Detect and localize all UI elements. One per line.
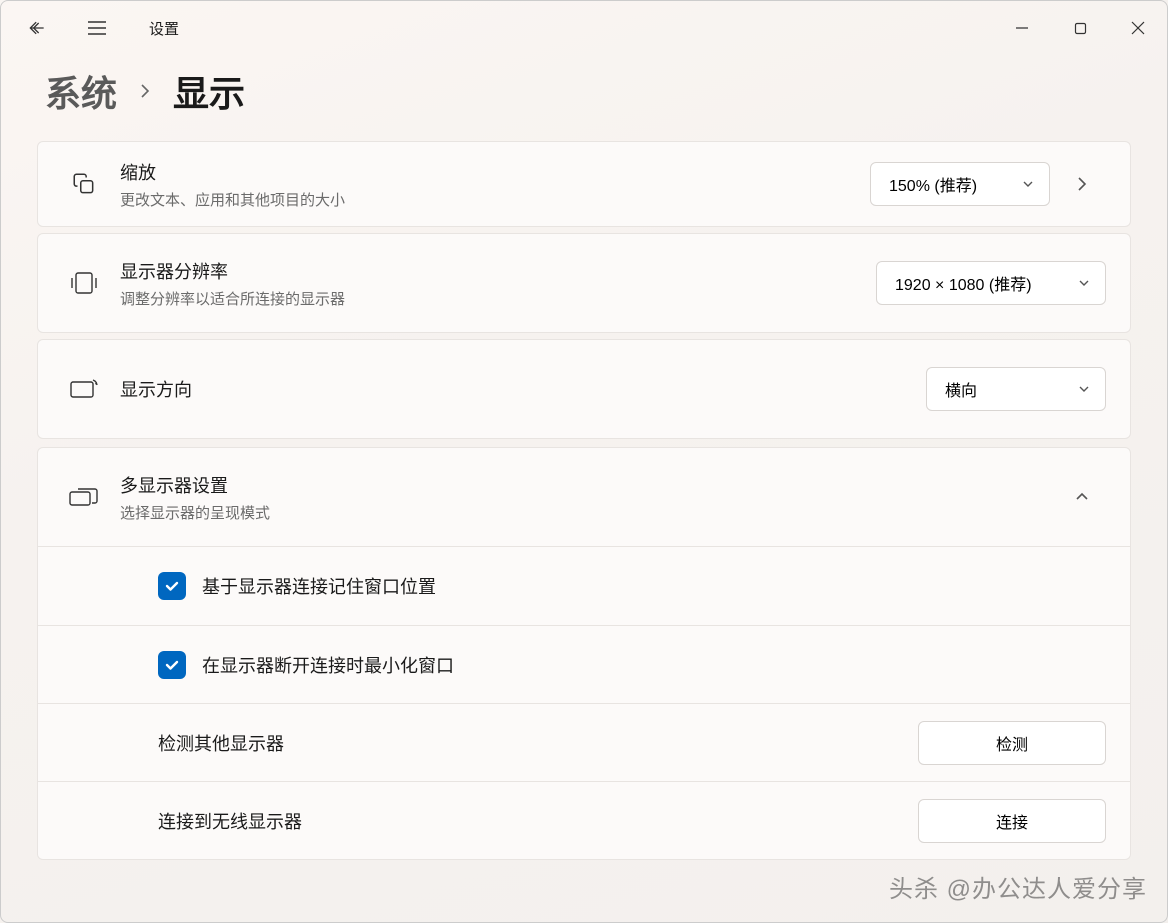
connect-button[interactable]: 连接 — [918, 799, 1106, 843]
menu-button[interactable] — [81, 12, 113, 44]
detect-label: 检测其他显示器 — [158, 730, 918, 756]
maximize-icon — [1074, 22, 1087, 35]
resolution-sub: 调整分辨率以适合所连接的显示器 — [120, 288, 876, 309]
close-icon — [1131, 21, 1145, 35]
subrow-detect: 检测其他显示器 检测 — [38, 703, 1130, 781]
watermark-text: 头杀 @办公达人爱分享 — [889, 869, 1147, 904]
breadcrumb-parent[interactable]: 系统 — [45, 65, 117, 117]
settings-window: 设置 系统 显示 缩放 更改文本、 — [0, 0, 1168, 923]
multidisplay-collapse[interactable] — [1058, 473, 1106, 521]
chevron-up-icon — [1074, 489, 1090, 505]
chevron-down-icon — [1077, 382, 1091, 396]
setting-row-multidisplay[interactable]: 多显示器设置 选择显示器的呈现模式 — [37, 447, 1131, 547]
scale-title: 缩放 — [120, 159, 870, 185]
resolution-dropdown[interactable]: 1920 × 1080 (推荐) — [876, 261, 1106, 305]
minimize-on-disconnect-label: 在显示器断开连接时最小化窗口 — [202, 652, 1106, 678]
remember-position-label: 基于显示器连接记住窗口位置 — [202, 573, 1106, 599]
hamburger-icon — [87, 20, 107, 36]
check-icon — [164, 657, 180, 673]
titlebar-left: 设置 — [21, 12, 179, 44]
chevron-right-icon — [1074, 176, 1090, 192]
orientation-value: 横向 — [945, 377, 977, 401]
back-button[interactable] — [21, 12, 53, 44]
scale-value: 150% (推荐) — [889, 172, 977, 196]
breadcrumb-current: 显示 — [173, 65, 245, 117]
detect-button[interactable]: 检测 — [918, 721, 1106, 765]
checkbox-remember-position[interactable] — [158, 572, 186, 600]
chevron-right-icon — [137, 83, 153, 99]
check-icon — [164, 578, 180, 594]
scale-expand[interactable] — [1058, 160, 1106, 208]
minimize-button[interactable] — [993, 6, 1051, 50]
setting-row-resolution[interactable]: 显示器分辨率 调整分辨率以适合所连接的显示器 1920 × 1080 (推荐) — [37, 233, 1131, 333]
subrow-connect: 连接到无线显示器 连接 — [38, 781, 1130, 859]
app-title: 设置 — [149, 18, 179, 39]
window-controls — [993, 6, 1167, 50]
resolution-icon — [62, 272, 106, 294]
subrow-remember-position[interactable]: 基于显示器连接记住窗口位置 — [38, 547, 1130, 625]
multidisplay-title: 多显示器设置 — [120, 472, 1050, 498]
multidisplay-subgroup: 基于显示器连接记住窗口位置 在显示器断开连接时最小化窗口 检测其他显示器 检测 … — [37, 547, 1131, 860]
connect-label: 连接到无线显示器 — [158, 808, 918, 834]
resolution-title: 显示器分辨率 — [120, 258, 876, 284]
orientation-title: 显示方向 — [120, 376, 926, 402]
connect-button-label: 连接 — [996, 809, 1028, 833]
content-area: 缩放 更改文本、应用和其他项目的大小 150% (推荐) 显示器分辨率 调整分辨… — [1, 141, 1167, 860]
multidisplay-sub: 选择显示器的呈现模式 — [120, 502, 1050, 523]
chevron-down-icon — [1077, 276, 1091, 290]
scale-dropdown[interactable]: 150% (推荐) — [870, 162, 1050, 206]
detect-button-label: 检测 — [996, 731, 1028, 755]
close-button[interactable] — [1109, 6, 1167, 50]
titlebar: 设置 — [1, 1, 1167, 55]
subrow-minimize-on-disconnect[interactable]: 在显示器断开连接时最小化窗口 — [38, 625, 1130, 703]
scale-icon — [62, 171, 106, 197]
multidisplay-icon — [62, 486, 106, 508]
checkbox-minimize-on-disconnect[interactable] — [158, 651, 186, 679]
breadcrumb: 系统 显示 — [1, 55, 1167, 141]
setting-row-scale[interactable]: 缩放 更改文本、应用和其他项目的大小 150% (推荐) — [37, 141, 1131, 227]
maximize-button[interactable] — [1051, 6, 1109, 50]
scale-sub: 更改文本、应用和其他项目的大小 — [120, 189, 870, 210]
resolution-value: 1920 × 1080 (推荐) — [895, 271, 1032, 295]
orientation-dropdown[interactable]: 横向 — [926, 367, 1106, 411]
setting-row-orientation[interactable]: 显示方向 横向 — [37, 339, 1131, 439]
chevron-down-icon — [1021, 177, 1035, 191]
minimize-icon — [1015, 21, 1029, 35]
orientation-icon — [62, 378, 106, 400]
